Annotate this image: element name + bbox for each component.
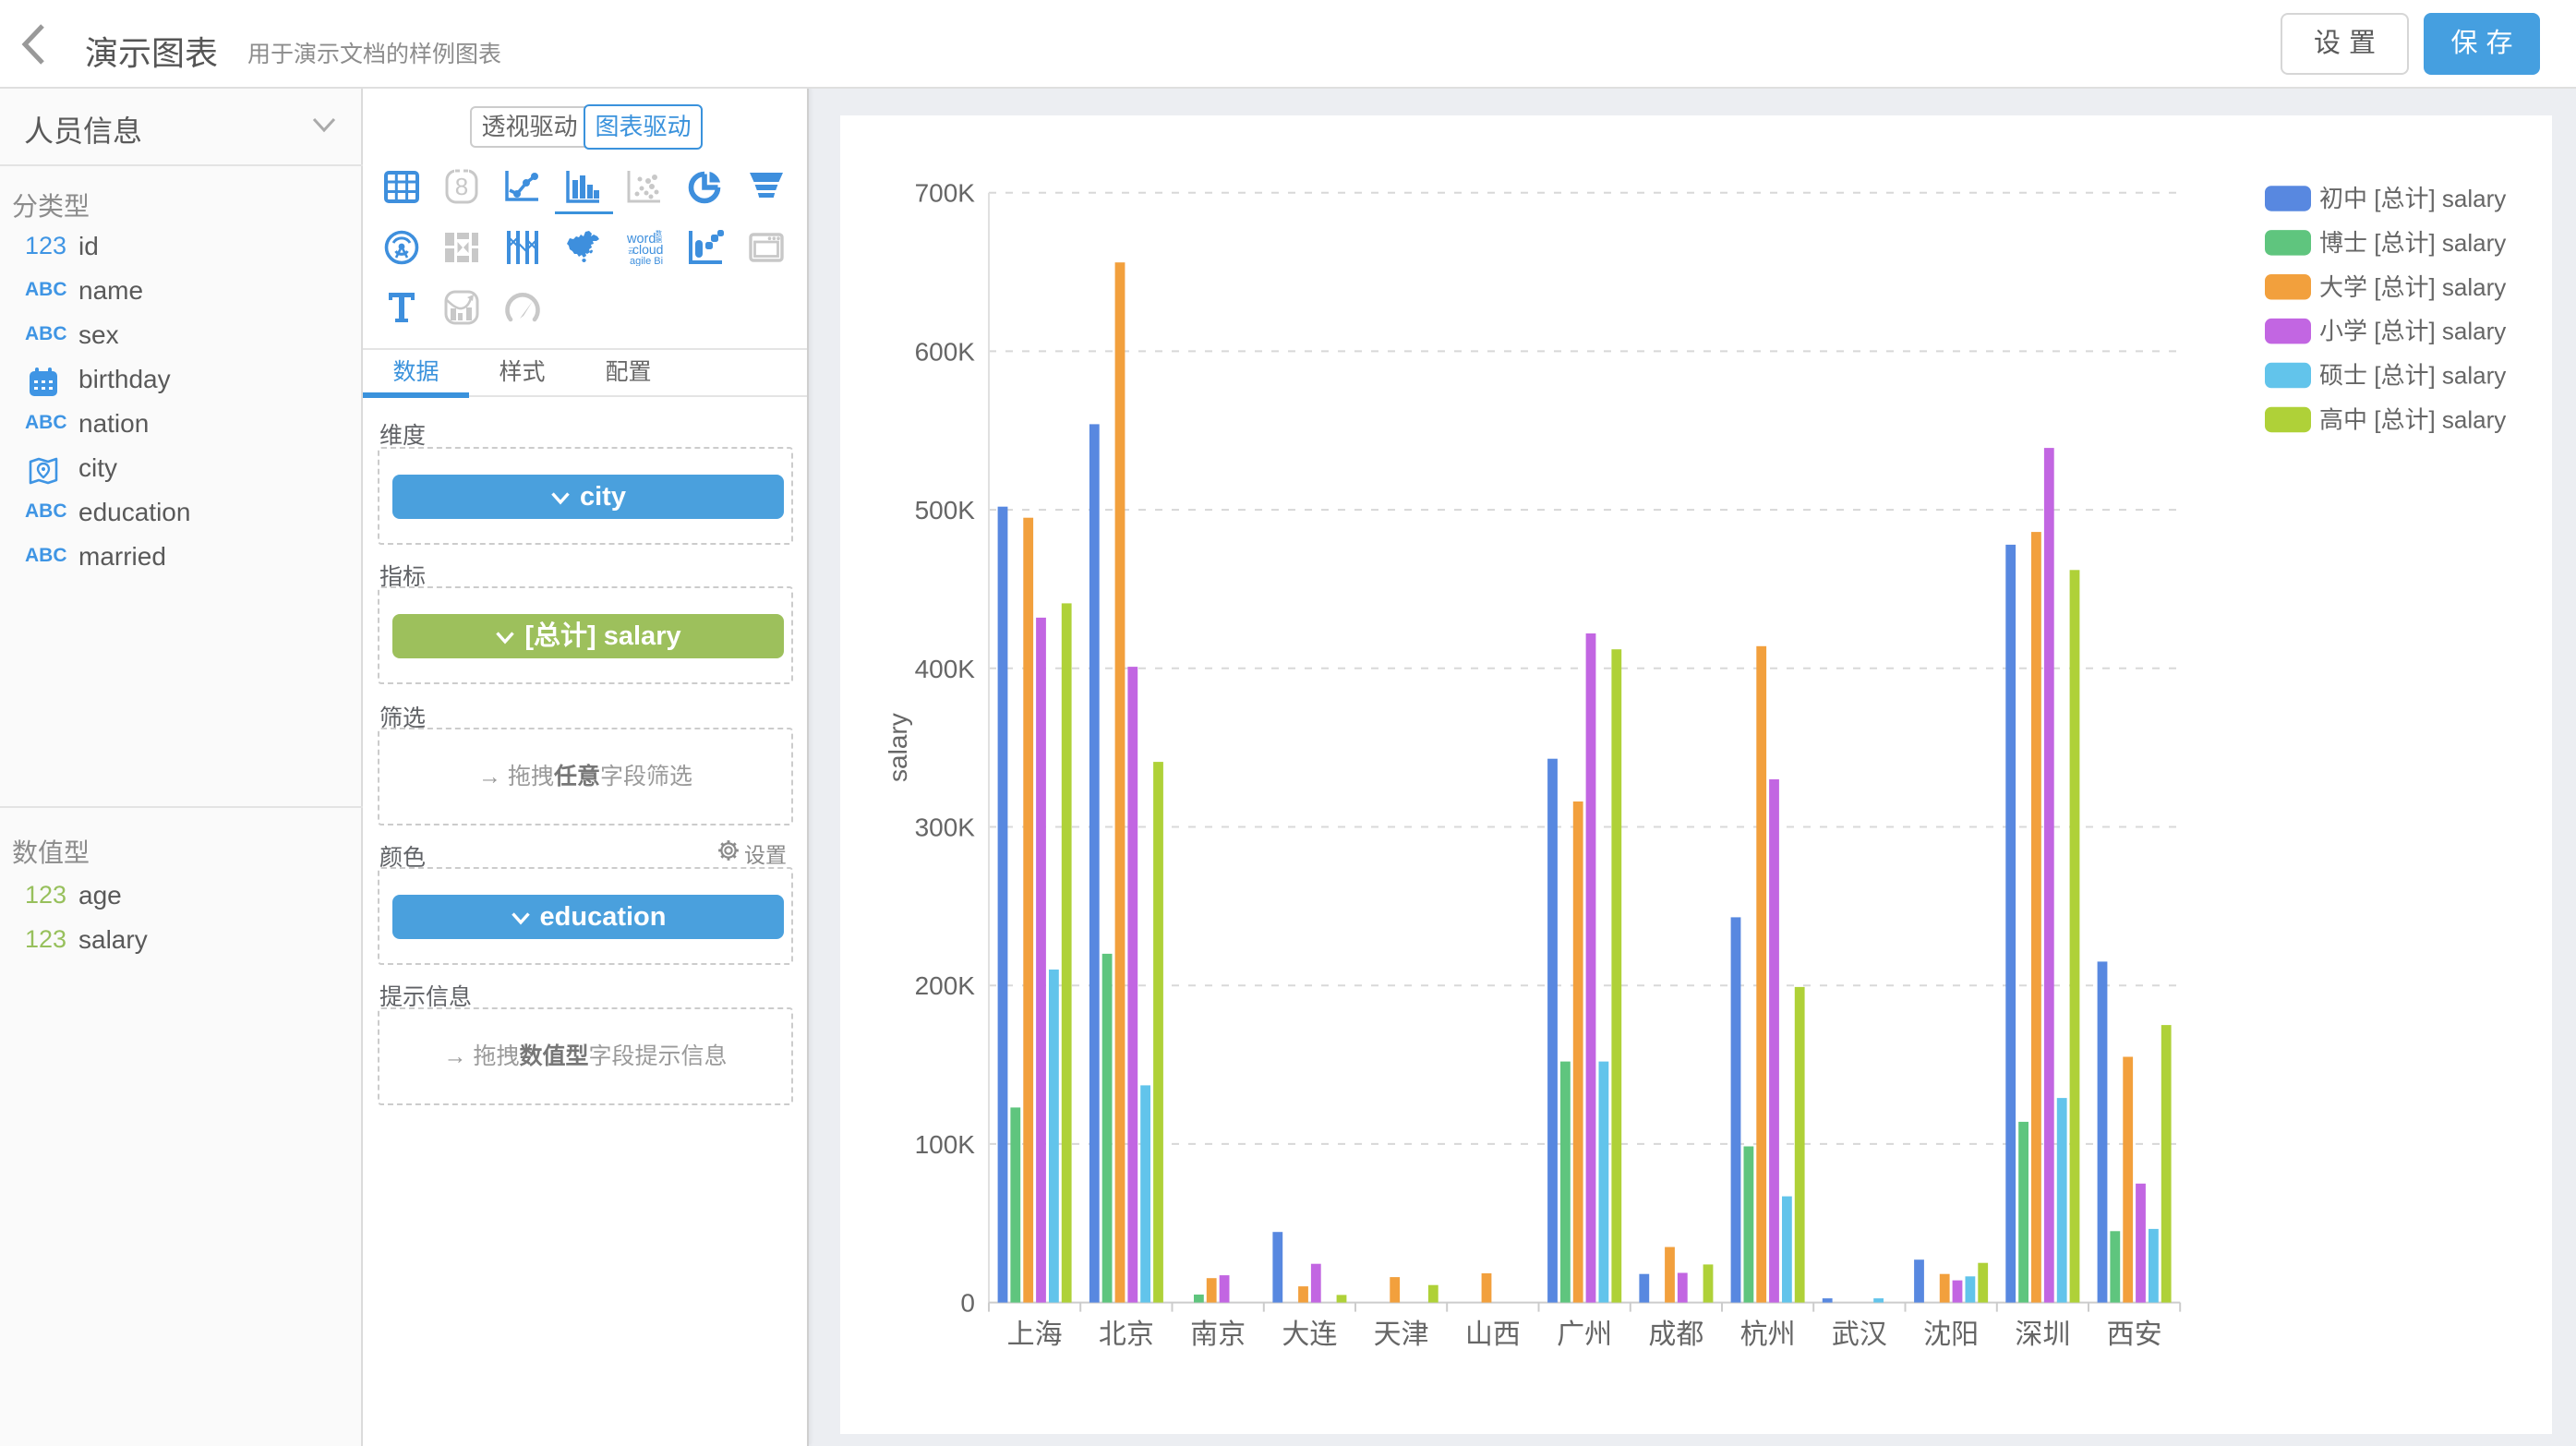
svg-text:高中 [总计] salary: 高中 [总计] salary — [2319, 406, 2506, 434]
svg-text:0: 0 — [960, 1289, 975, 1318]
svg-text:salary: salary — [884, 713, 912, 782]
svg-text:agile Bi: agile Bi — [630, 256, 663, 266]
svg-text:西安: 西安 — [2107, 1319, 2162, 1350]
svg-text:南京: 南京 — [1190, 1319, 1246, 1350]
svg-text:300K: 300K — [915, 813, 976, 842]
svg-text:硕士 [总计] salary: 硕士 [总计] salary — [2319, 362, 2506, 390]
svg-text:深圳: 深圳 — [2015, 1319, 2070, 1350]
svg-text:大学 [总计] salary: 大学 [总计] salary — [2319, 273, 2506, 301]
svg-text:云: 云 — [628, 247, 634, 255]
svg-text:200K: 200K — [915, 971, 976, 1000]
svg-text:cloud: cloud — [632, 242, 663, 257]
svg-text:武汉: 武汉 — [1832, 1319, 1887, 1350]
svg-text:山西: 山西 — [1465, 1319, 1521, 1350]
svg-text:天津: 天津 — [1374, 1319, 1429, 1350]
svg-text:沈阳: 沈阳 — [1923, 1319, 1979, 1350]
svg-text:400K: 400K — [915, 655, 976, 683]
svg-text:8: 8 — [455, 173, 468, 200]
svg-text:600K: 600K — [915, 337, 976, 366]
svg-text:初中 [总计] salary: 初中 [总计] salary — [2319, 185, 2506, 212]
svg-text:100K: 100K — [915, 1130, 976, 1159]
svg-text:成都: 成都 — [1648, 1319, 1703, 1350]
svg-text:上海: 上海 — [1007, 1319, 1063, 1350]
svg-text:数: 数 — [656, 229, 662, 237]
svg-text:大连: 大连 — [1282, 1319, 1337, 1350]
svg-text:博士 [总计] salary: 博士 [总计] salary — [2319, 229, 2506, 257]
svg-text:700K: 700K — [915, 179, 976, 208]
svg-text:北京: 北京 — [1099, 1319, 1154, 1350]
svg-text:广州: 广州 — [1557, 1319, 1612, 1350]
svg-text:杭州: 杭州 — [1740, 1319, 1796, 1350]
svg-text:小学 [总计] salary: 小学 [总计] salary — [2319, 318, 2506, 345]
svg-text:500K: 500K — [915, 496, 976, 524]
